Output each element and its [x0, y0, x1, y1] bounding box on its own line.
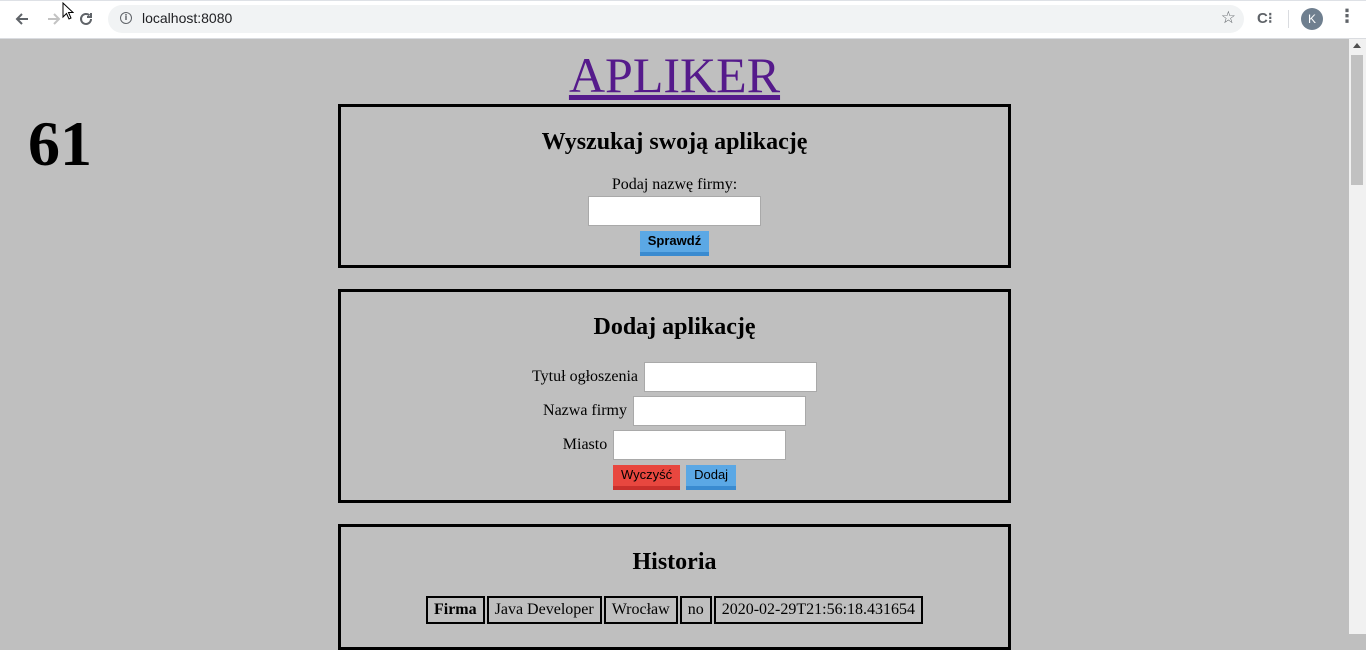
history-table-wrap: Firma Java Developer Wrocław no 2020-02-… — [341, 594, 1008, 626]
check-button[interactable]: Sprawdź — [639, 231, 710, 256]
address-bar[interactable]: i localhost:8080 ☆ — [108, 5, 1244, 33]
status-cell: no — [679, 596, 712, 624]
city-label: Miasto — [562, 436, 608, 453]
profile-avatar[interactable]: K — [1301, 8, 1323, 30]
info-icon[interactable]: i — [120, 12, 132, 24]
search-title: Wyszukaj swoją aplikację — [541, 129, 808, 155]
bookmark-star-icon[interactable]: ☆ — [1221, 8, 1236, 28]
history-card: Historia Firma Java Developer Wrocław no… — [338, 524, 1011, 650]
browser-menu-icon[interactable]: ⋮ — [1338, 6, 1356, 27]
city-input[interactable] — [613, 430, 787, 460]
mouse-cursor-icon — [62, 2, 74, 20]
tab-strip — [0, 0, 1366, 1]
add-title: Dodaj aplikację — [593, 314, 756, 340]
timestamp-cell: 2020-02-29T21:56:18.431654 — [713, 596, 924, 624]
search-input-row — [341, 196, 1008, 226]
back-arrow-icon[interactable] — [10, 7, 34, 31]
clear-button[interactable]: Wyczyść — [612, 465, 681, 490]
job-title-input[interactable] — [643, 362, 817, 392]
reload-icon[interactable] — [74, 7, 98, 31]
table-row: Firma Java Developer Wrocław no 2020-02-… — [425, 596, 924, 624]
history-title: Historia — [632, 549, 717, 575]
form-row-city: Miasto — [341, 430, 1008, 460]
scrollbar-thumb[interactable] — [1351, 55, 1363, 185]
browser-toolbar: i localhost:8080 ☆ C⁝ K ⋮ — [0, 0, 1366, 39]
job-title-label: Tytuł ogłoszenia — [532, 368, 638, 385]
company-name-input[interactable] — [632, 396, 806, 426]
form-buttons-row: Wyczyść Dodaj — [341, 465, 1008, 490]
search-card: Wyszukaj swoją aplikację Podaj nazwę fir… — [338, 104, 1011, 268]
extension-icon[interactable]: C⁝ — [1257, 9, 1273, 27]
city-cell: Wrocław — [603, 596, 678, 624]
form-row-title: Tytuł ogłoszenia — [341, 362, 1008, 392]
application-counter: 61 — [28, 108, 92, 179]
job-title-cell: Java Developer — [486, 596, 602, 624]
add-button[interactable]: Dodaj — [686, 465, 737, 490]
scroll-up-arrow-icon[interactable] — [1353, 43, 1361, 48]
company-name-label: Nazwa firmy — [543, 402, 627, 419]
page-scrollbar[interactable] — [1349, 39, 1366, 634]
app-logo: APLIKER — [0, 47, 1349, 103]
form-row-company: Nazwa firmy — [341, 396, 1008, 426]
company-search-input[interactable] — [588, 196, 761, 226]
toolbar-divider — [1288, 10, 1289, 28]
history-table: Firma Java Developer Wrocław no 2020-02-… — [424, 594, 925, 626]
company-header-cell: Firma — [425, 596, 485, 624]
add-application-card: Dodaj aplikację Tytuł ogłoszenia Nazwa f… — [338, 289, 1011, 503]
company-search-label: Podaj nazwę firmy: — [611, 176, 738, 193]
page-content: APLIKER 61 Wyszukaj swoją aplikację Poda… — [0, 39, 1349, 650]
url-text[interactable]: localhost:8080 — [142, 10, 232, 26]
logo-link[interactable]: APLIKER — [569, 47, 780, 103]
search-button-row: Sprawdź — [341, 231, 1008, 256]
